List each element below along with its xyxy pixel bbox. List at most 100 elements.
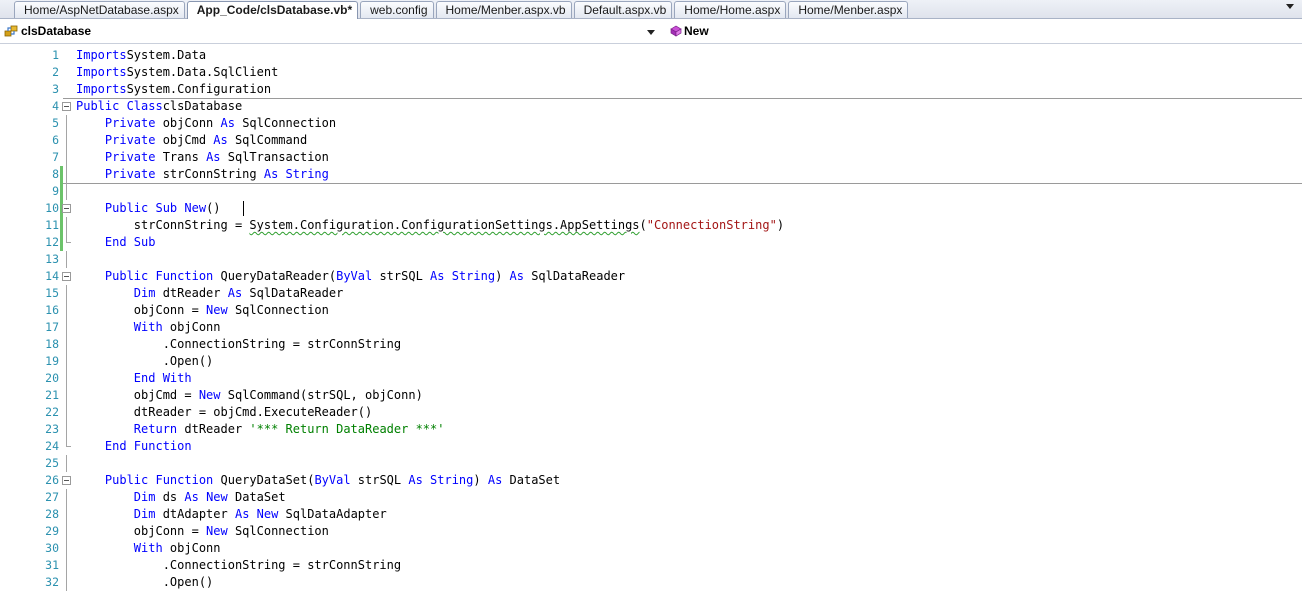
code-line[interactable]: 24 End Function — [0, 438, 1302, 455]
fold-end-marker — [66, 234, 71, 243]
code-token: SqlConnection — [227, 303, 329, 317]
code-token: .Open() — [76, 575, 214, 589]
document-tab[interactable]: Home/Menber.aspx — [788, 1, 909, 18]
code-token: SqlDataAdapter — [278, 507, 387, 521]
document-tab[interactable]: Home/AspNetDatabase.aspx — [14, 1, 185, 18]
document-tab[interactable]: App_Code/clsDatabase.vb* — [186, 1, 359, 19]
code-line[interactable]: 9 — [0, 183, 1302, 200]
code-line[interactable]: 31 .ConnectionString = strConnString — [0, 557, 1302, 574]
code-text: Public Function QueryDataSet(ByVal strSQ… — [76, 472, 560, 489]
code-editor[interactable]: 1 ImportsSystem.Data 2 ImportsSystem.Data.S… — [0, 46, 1302, 591]
code-line[interactable]: 4 Public ClassclsDatabase — [0, 98, 1302, 115]
code-line[interactable]: 7 Private Trans As SqlTransaction — [0, 149, 1302, 166]
code-line[interactable]: 17 With objConn — [0, 319, 1302, 336]
line-number: 12 — [45, 235, 59, 249]
member-combo[interactable]: New — [666, 21, 1302, 42]
code-line[interactable]: 15 Dim dtReader As SqlDataReader — [0, 285, 1302, 302]
document-tab[interactable]: Default.aspx.vb — [573, 1, 673, 18]
line-number: 16 — [45, 303, 59, 317]
fold-guide — [66, 302, 67, 319]
code-line[interactable]: 12 End Sub — [0, 234, 1302, 251]
fold-guide — [66, 183, 67, 200]
code-text: Public Sub New() — [76, 200, 228, 217]
change-marker — [60, 166, 63, 183]
code-token: DataSet — [227, 490, 286, 504]
fold-guide — [66, 540, 67, 557]
code-token: ( — [639, 218, 647, 232]
collapse-icon[interactable] — [62, 272, 71, 281]
document-tab[interactable]: web.config — [360, 1, 434, 18]
code-token: SqlDataReader — [242, 286, 344, 300]
code-line[interactable]: 14 Public Function QueryDataReader(ByVal… — [0, 268, 1302, 285]
code-token: QueryDataReader( — [213, 269, 337, 283]
document-tab[interactable]: Home/Home.aspx — [674, 1, 787, 18]
keyword-token: Private — [104, 167, 156, 181]
code-line[interactable]: 21 objCmd = New SqlCommand(strSQL, objCo… — [0, 387, 1302, 404]
code-line[interactable]: 6 Private objCmd As SqlCommand — [0, 132, 1302, 149]
line-number: 17 — [45, 320, 59, 334]
line-number: 13 — [45, 252, 59, 266]
code-token: System.Data — [126, 48, 207, 62]
code-line[interactable]: 10 Public Sub New() — [0, 200, 1302, 217]
code-text: End With — [76, 370, 192, 387]
code-line[interactable]: 3 ImportsSystem.Configuration — [0, 81, 1302, 98]
code-line[interactable]: 22 dtReader = objCmd.ExecuteReader() — [0, 404, 1302, 421]
code-text: .ConnectionString = strConnString — [76, 557, 401, 574]
keyword-token: Private — [104, 116, 156, 130]
code-line[interactable]: 30 With objConn — [0, 540, 1302, 557]
code-line[interactable]: 13 — [0, 251, 1302, 268]
line-number: 28 — [45, 507, 59, 521]
code-line[interactable]: 11 strConnString = System.Configuration.… — [0, 217, 1302, 234]
code-token: ) — [495, 269, 510, 283]
class-combo[interactable]: clsDatabase — [0, 21, 662, 42]
code-line[interactable]: 2 ImportsSystem.Data.SqlClient — [0, 64, 1302, 81]
code-line[interactable]: 19 .Open() — [0, 353, 1302, 370]
code-line[interactable]: 1 ImportsSystem.Data — [0, 47, 1302, 64]
code-text: objConn = New SqlConnection — [76, 523, 329, 540]
code-token: strSQL — [350, 473, 409, 487]
keyword-token: Private — [104, 150, 156, 164]
code-line[interactable]: 18 .ConnectionString = strConnString — [0, 336, 1302, 353]
code-line[interactable]: 28 Dim dtAdapter As New SqlDataAdapter — [0, 506, 1302, 523]
code-line[interactable]: 25 — [0, 455, 1302, 472]
line-number: 30 — [45, 541, 59, 555]
fold-guide — [66, 421, 67, 438]
tab-list-dropdown-icon[interactable] — [1286, 4, 1294, 9]
code-token: dtReader = objCmd.ExecuteReader() — [76, 405, 373, 419]
code-token: Trans — [155, 150, 207, 164]
keyword-token: With — [133, 541, 163, 555]
code-text: Dim dtReader As SqlDataReader — [76, 285, 344, 302]
code-token: System.Configuration.ConfigurationSettin… — [249, 218, 640, 232]
code-text: Dim ds As New DataSet — [76, 489, 286, 506]
code-line[interactable]: 26 Public Function QueryDataSet(ByVal st… — [0, 472, 1302, 489]
code-line[interactable]: 16 objConn = New SqlConnection — [0, 302, 1302, 319]
code-token: .ConnectionString = strConnString — [76, 337, 402, 351]
collapse-icon[interactable] — [62, 476, 71, 485]
collapse-icon[interactable] — [62, 102, 71, 111]
code-line[interactable]: 5 Private objConn As SqlConnection — [0, 115, 1302, 132]
code-text: objConn = New SqlConnection — [76, 302, 329, 319]
fold-guide — [66, 370, 67, 387]
navigation-bar: clsDatabase New — [0, 20, 1302, 44]
code-text: ImportsSystem.Data.SqlClient — [76, 64, 278, 81]
code-line[interactable]: 8 Private strConnString As String — [0, 166, 1302, 183]
code-line[interactable]: 27 Dim ds As New DataSet — [0, 489, 1302, 506]
keyword-token: Imports — [76, 48, 127, 62]
chevron-down-icon[interactable] — [647, 30, 655, 35]
code-text: ImportsSystem.Data — [76, 47, 206, 64]
collapse-icon[interactable] — [62, 204, 71, 213]
code-token: clsDatabase — [162, 99, 243, 113]
keyword-token: Public Sub New — [104, 201, 207, 215]
code-line[interactable]: 32 .Open() — [0, 574, 1302, 591]
code-line[interactable]: 23 Return dtReader '*** Return DataReade… — [0, 421, 1302, 438]
fold-guide — [66, 557, 67, 574]
keyword-token: As String — [263, 167, 329, 181]
method-icon — [670, 25, 682, 37]
code-line[interactable]: 20 End With — [0, 370, 1302, 387]
code-text: dtReader = objCmd.ExecuteReader() — [76, 404, 372, 421]
code-text: Private strConnString As String — [76, 166, 329, 183]
document-tab[interactable]: Home/Menber.aspx.vb — [435, 1, 572, 18]
code-line[interactable]: 29 objConn = New SqlConnection — [0, 523, 1302, 540]
code-text: With objConn — [76, 319, 221, 336]
